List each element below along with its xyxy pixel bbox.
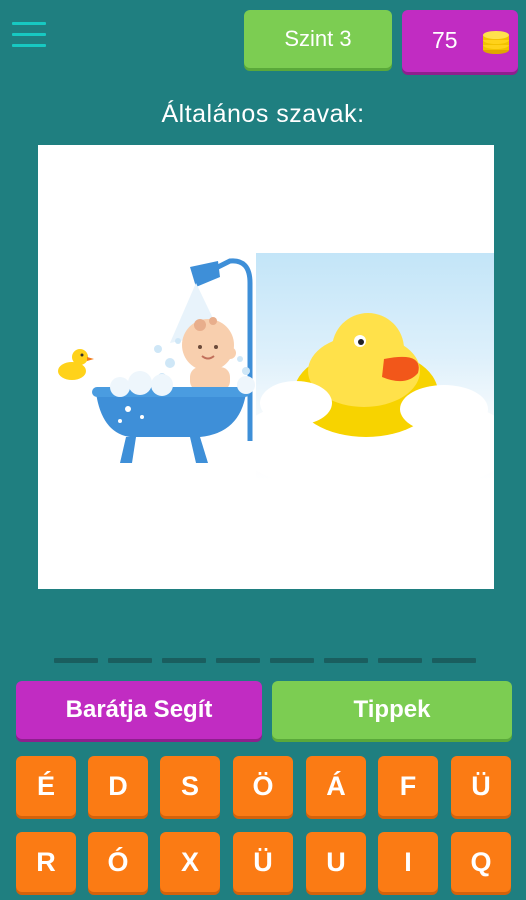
coin-count: 75 [432,27,458,53]
level-button[interactable]: Szint 3 [244,10,392,68]
letter-key[interactable]: Ó [88,832,148,892]
answer-slot [432,658,476,663]
letter-key[interactable]: Á [306,756,366,816]
letter-key[interactable]: É [16,756,76,816]
answer-slot [162,658,206,663]
letter-key[interactable]: D [88,756,148,816]
letter-key[interactable]: R [16,832,76,892]
rubber-duck-photo [256,253,494,481]
letter-key[interactable]: U [306,832,366,892]
letter-key[interactable]: S [160,756,220,816]
friend-help-button[interactable]: Barátja Segít [16,681,262,739]
baby-bath-illustration [58,258,255,463]
coins-button[interactable]: 75 [402,10,518,72]
hints-button[interactable]: Tippek [272,681,512,739]
answer-slot [54,658,98,663]
rubber-duck-icon [256,313,494,481]
letter-key[interactable]: F [378,756,438,816]
answer-slot [378,658,422,663]
category-title: Általános szavak: [161,100,365,128]
letter-key[interactable]: X [160,832,220,892]
menu-icon[interactable] [12,22,46,52]
letter-key[interactable]: Ü [233,832,293,892]
letter-key[interactable]: Q [451,832,511,892]
puzzle-image [38,145,494,589]
coin-stack-icon [483,31,509,54]
letter-key[interactable]: Ü [451,756,511,816]
answer-slot [108,658,152,663]
answer-slot [216,658,260,663]
letter-key[interactable]: I [378,832,438,892]
answer-slot [324,658,368,663]
letter-key[interactable]: Ö [233,756,293,816]
answer-slot [270,658,314,663]
